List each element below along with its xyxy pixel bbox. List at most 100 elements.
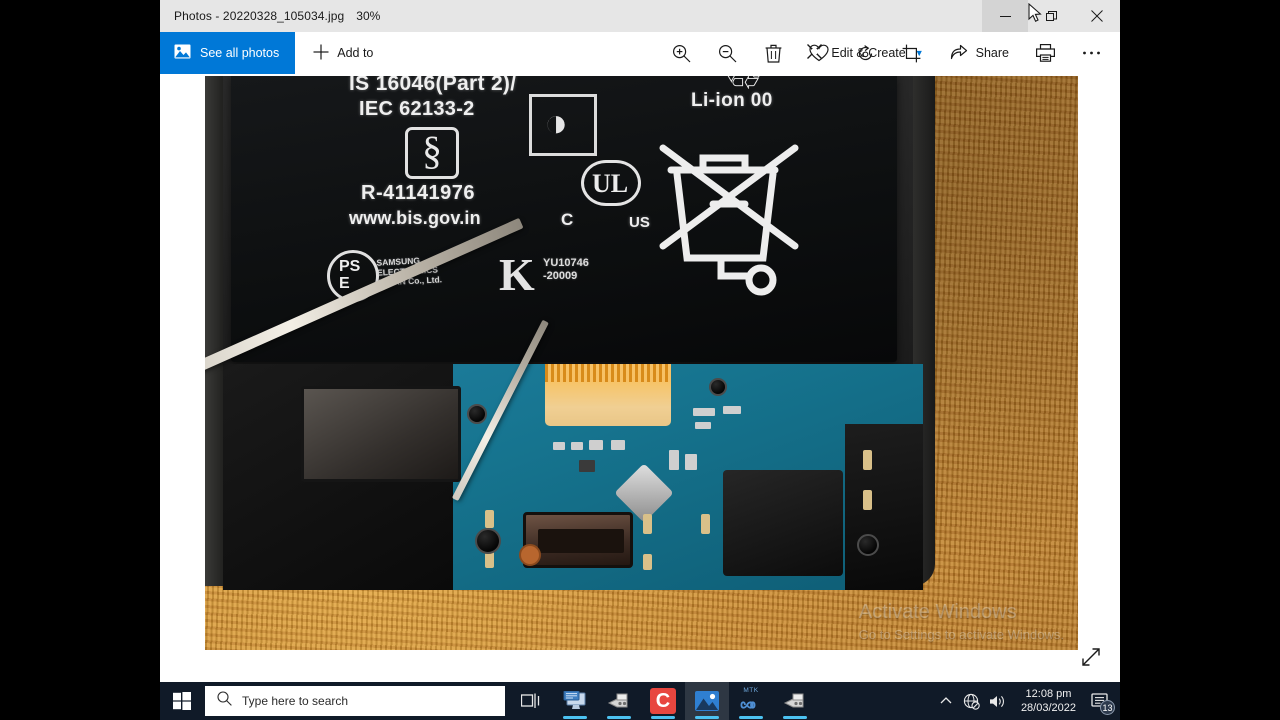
solder-pad	[863, 450, 872, 470]
running-indicator	[563, 716, 587, 719]
zoom-level-label: 30%	[356, 9, 381, 23]
expand-fullscreen-button[interactable]	[1076, 642, 1106, 672]
pcb-component	[611, 440, 625, 450]
crossed-out-wheelie-bin-icon	[657, 130, 807, 320]
running-indicator	[607, 716, 631, 719]
share-button[interactable]: Share	[937, 32, 1022, 74]
ce-mark-label: C	[561, 210, 574, 229]
rotate-button[interactable]	[842, 32, 888, 74]
photos-app-icon	[695, 691, 719, 711]
photos-app-window: Photos - 20220328_105034.jpg 30% See all…	[160, 0, 1120, 682]
screw-hole	[467, 404, 487, 424]
displayed-photo[interactable]: IS 16046(Part 2)/ IEC 62133-2 R-41141976…	[205, 76, 1078, 650]
running-indicator	[695, 716, 719, 719]
running-indicator	[651, 716, 675, 719]
zoom-out-button[interactable]	[704, 32, 750, 74]
clock-time: 12:08 pm	[1025, 688, 1072, 700]
pcb-component	[553, 442, 565, 450]
more-options-button[interactable]	[1068, 32, 1114, 74]
tool-app-icon	[607, 693, 628, 708]
close-button[interactable]	[1074, 0, 1120, 32]
window-controls	[982, 0, 1120, 32]
phone-device: IS 16046(Part 2)/ IEC 62133-2 R-41141976…	[205, 76, 935, 590]
see-all-photos-button[interactable]: See all photos	[160, 32, 296, 74]
pcb-component	[669, 450, 679, 470]
photo-viewer[interactable]: IS 16046(Part 2)/ IEC 62133-2 R-41141976…	[160, 74, 1120, 682]
search-input[interactable]: Type here to search	[205, 686, 505, 716]
volume-icon[interactable]	[985, 682, 1011, 720]
running-indicator	[739, 716, 763, 719]
solder-pad	[863, 490, 872, 510]
ul-listed-icon	[581, 160, 641, 206]
remote-desktop-icon	[563, 691, 586, 709]
battery-standard-line1: IS 16046(Part 2)/	[349, 76, 517, 95]
share-icon	[950, 44, 968, 63]
app-toolbar: See all photos Add to Edit & Create ▼ Sh…	[160, 32, 1120, 74]
see-all-photos-label: See all photos	[200, 46, 280, 60]
solder-pad	[643, 554, 652, 570]
watermark-subtitle: Go to Settings to activate Windows.	[858, 627, 1064, 642]
window-title: Photos - 20220328_105034.jpg	[174, 9, 345, 23]
print-button[interactable]	[1022, 32, 1068, 74]
pcb-component	[579, 460, 595, 472]
pcb-component	[685, 454, 697, 470]
taskbar-app-buttons: C MTK	[509, 682, 817, 720]
bis-standard-mark-icon	[405, 127, 459, 179]
infinity-icon	[740, 700, 756, 709]
favorite-button[interactable]	[796, 32, 842, 74]
mtk-caption: MTK	[743, 687, 759, 694]
recycle-icon	[723, 76, 779, 100]
crop-button[interactable]	[888, 32, 934, 74]
taskbar-clock[interactable]: 12:08 pm 28/03/2022	[1011, 682, 1086, 720]
tool-app-icon	[783, 693, 804, 708]
zoom-in-button[interactable]	[658, 32, 704, 74]
notifications-button[interactable]: 13	[1086, 682, 1116, 720]
solder-pad	[701, 514, 710, 534]
taskbar-item-tool-app-2[interactable]	[773, 682, 817, 720]
taskbar-item-mtk-tool[interactable]: MTK	[729, 682, 773, 720]
windows-taskbar: Type here to search C MTK 12:08 pm 28/03…	[160, 682, 1120, 720]
taskbar-item-camtasia[interactable]: C	[641, 682, 685, 720]
contact-pad	[519, 544, 541, 566]
delete-button[interactable]	[750, 32, 796, 74]
kc-certification-icon	[499, 248, 543, 306]
usb-port-cavity	[538, 529, 624, 553]
taskbar-item-remote-desktop[interactable]	[553, 682, 597, 720]
share-label: Share	[975, 46, 1009, 60]
restore-button[interactable]	[1028, 0, 1074, 32]
bis-hallmark-icon	[529, 94, 597, 156]
photo-collection-icon	[174, 44, 191, 62]
minimize-button[interactable]	[982, 0, 1028, 32]
pcb-component	[693, 408, 715, 416]
show-hidden-icons-button[interactable]	[933, 682, 959, 720]
desktop-screen: Photos - 20220328_105034.jpg 30% See all…	[0, 0, 1280, 720]
camtasia-icon: C	[650, 688, 676, 714]
screw-hole	[857, 534, 879, 556]
screw-hole	[475, 528, 501, 554]
running-indicator	[783, 716, 807, 719]
solder-pad	[485, 510, 494, 528]
battery-website: www.bis.gov.in	[349, 208, 481, 228]
plus-icon	[313, 44, 329, 63]
pcb-component	[723, 406, 741, 414]
taskbar-item-photos[interactable]	[685, 682, 729, 720]
pcb-component	[571, 442, 583, 450]
taskbar-item-tool-app-1[interactable]	[597, 682, 641, 720]
battery-registration-number: R-41141976	[361, 182, 475, 204]
watermark-title: Activate Windows	[858, 601, 1017, 623]
notification-count-badge: 13	[1100, 700, 1115, 715]
add-to-button[interactable]: Add to	[295, 32, 387, 74]
start-button[interactable]	[160, 682, 204, 720]
search-placeholder: Type here to search	[242, 694, 349, 708]
add-to-label: Add to	[337, 46, 374, 60]
us-mark-label: US	[629, 214, 650, 231]
title-bar[interactable]: Photos - 20220328_105034.jpg 30%	[160, 0, 1120, 32]
taskbar-item-task-view[interactable]	[509, 682, 553, 720]
phone-left-edge	[205, 76, 223, 586]
network-status-icon[interactable]	[959, 682, 985, 720]
battery-kc-code: YU10746 -20009	[543, 257, 589, 282]
phone-motherboard	[223, 364, 923, 590]
search-icon	[217, 691, 232, 711]
task-view-icon	[521, 693, 540, 708]
pcb-component	[589, 440, 603, 450]
